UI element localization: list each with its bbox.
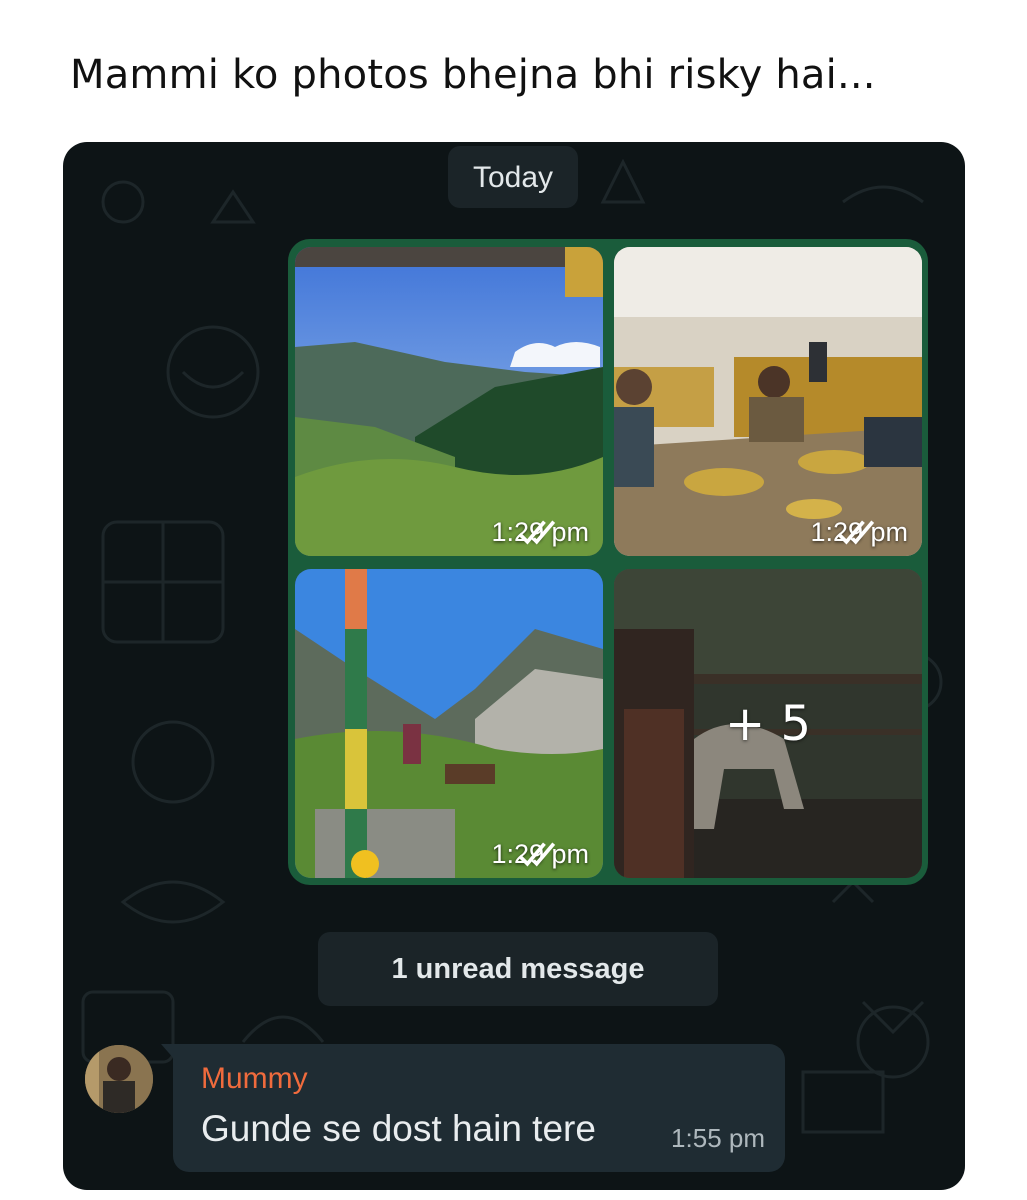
incoming-message-bubble[interactable]: Mummy Gunde se dost hain tere 1:55 pm bbox=[161, 1044, 785, 1172]
unread-banner: 1 unread message bbox=[318, 932, 718, 1006]
sender-name[interactable]: Mummy bbox=[201, 1062, 308, 1096]
photo-thumbnail[interactable]: 1:29 pm bbox=[295, 247, 603, 556]
message-text: Gunde se dost hain tere bbox=[201, 1108, 596, 1149]
photo-timestamp: 1:29 pm bbox=[491, 839, 589, 870]
photo-thumbnail-more[interactable]: + 5 bbox=[614, 569, 922, 878]
restaurant-dinner-photo bbox=[614, 247, 922, 556]
double-check-icon bbox=[837, 520, 875, 545]
double-check-icon bbox=[518, 520, 556, 545]
photo-thumbnail[interactable]: 1:29 pm bbox=[614, 247, 922, 556]
photo-album[interactable]: 1:29 pm 1:29 pm 1:29 pm + 5 bbox=[288, 239, 928, 885]
mountain-valley-photo bbox=[295, 247, 603, 556]
meme-caption: Mammi ko photos bhejna bhi risky hai... bbox=[70, 52, 876, 98]
photo-timestamp: 1:29 pm bbox=[810, 517, 908, 548]
avatar[interactable] bbox=[85, 1045, 153, 1113]
date-separator: Today bbox=[448, 146, 578, 208]
bubble-tail bbox=[161, 1044, 175, 1060]
message-time: 1:55 pm bbox=[671, 1123, 765, 1153]
photo-thumbnail[interactable]: 1:29 pm bbox=[295, 569, 603, 878]
hillside-flags-photo bbox=[295, 569, 603, 878]
more-photos-overlay[interactable]: + 5 bbox=[614, 569, 922, 878]
photo-timestamp: 1:29 pm bbox=[491, 517, 589, 548]
chat-window: Today 1:29 pm 1:29 pm 1:29 pm + 5 1 unre… bbox=[63, 142, 965, 1190]
double-check-icon bbox=[518, 842, 556, 867]
